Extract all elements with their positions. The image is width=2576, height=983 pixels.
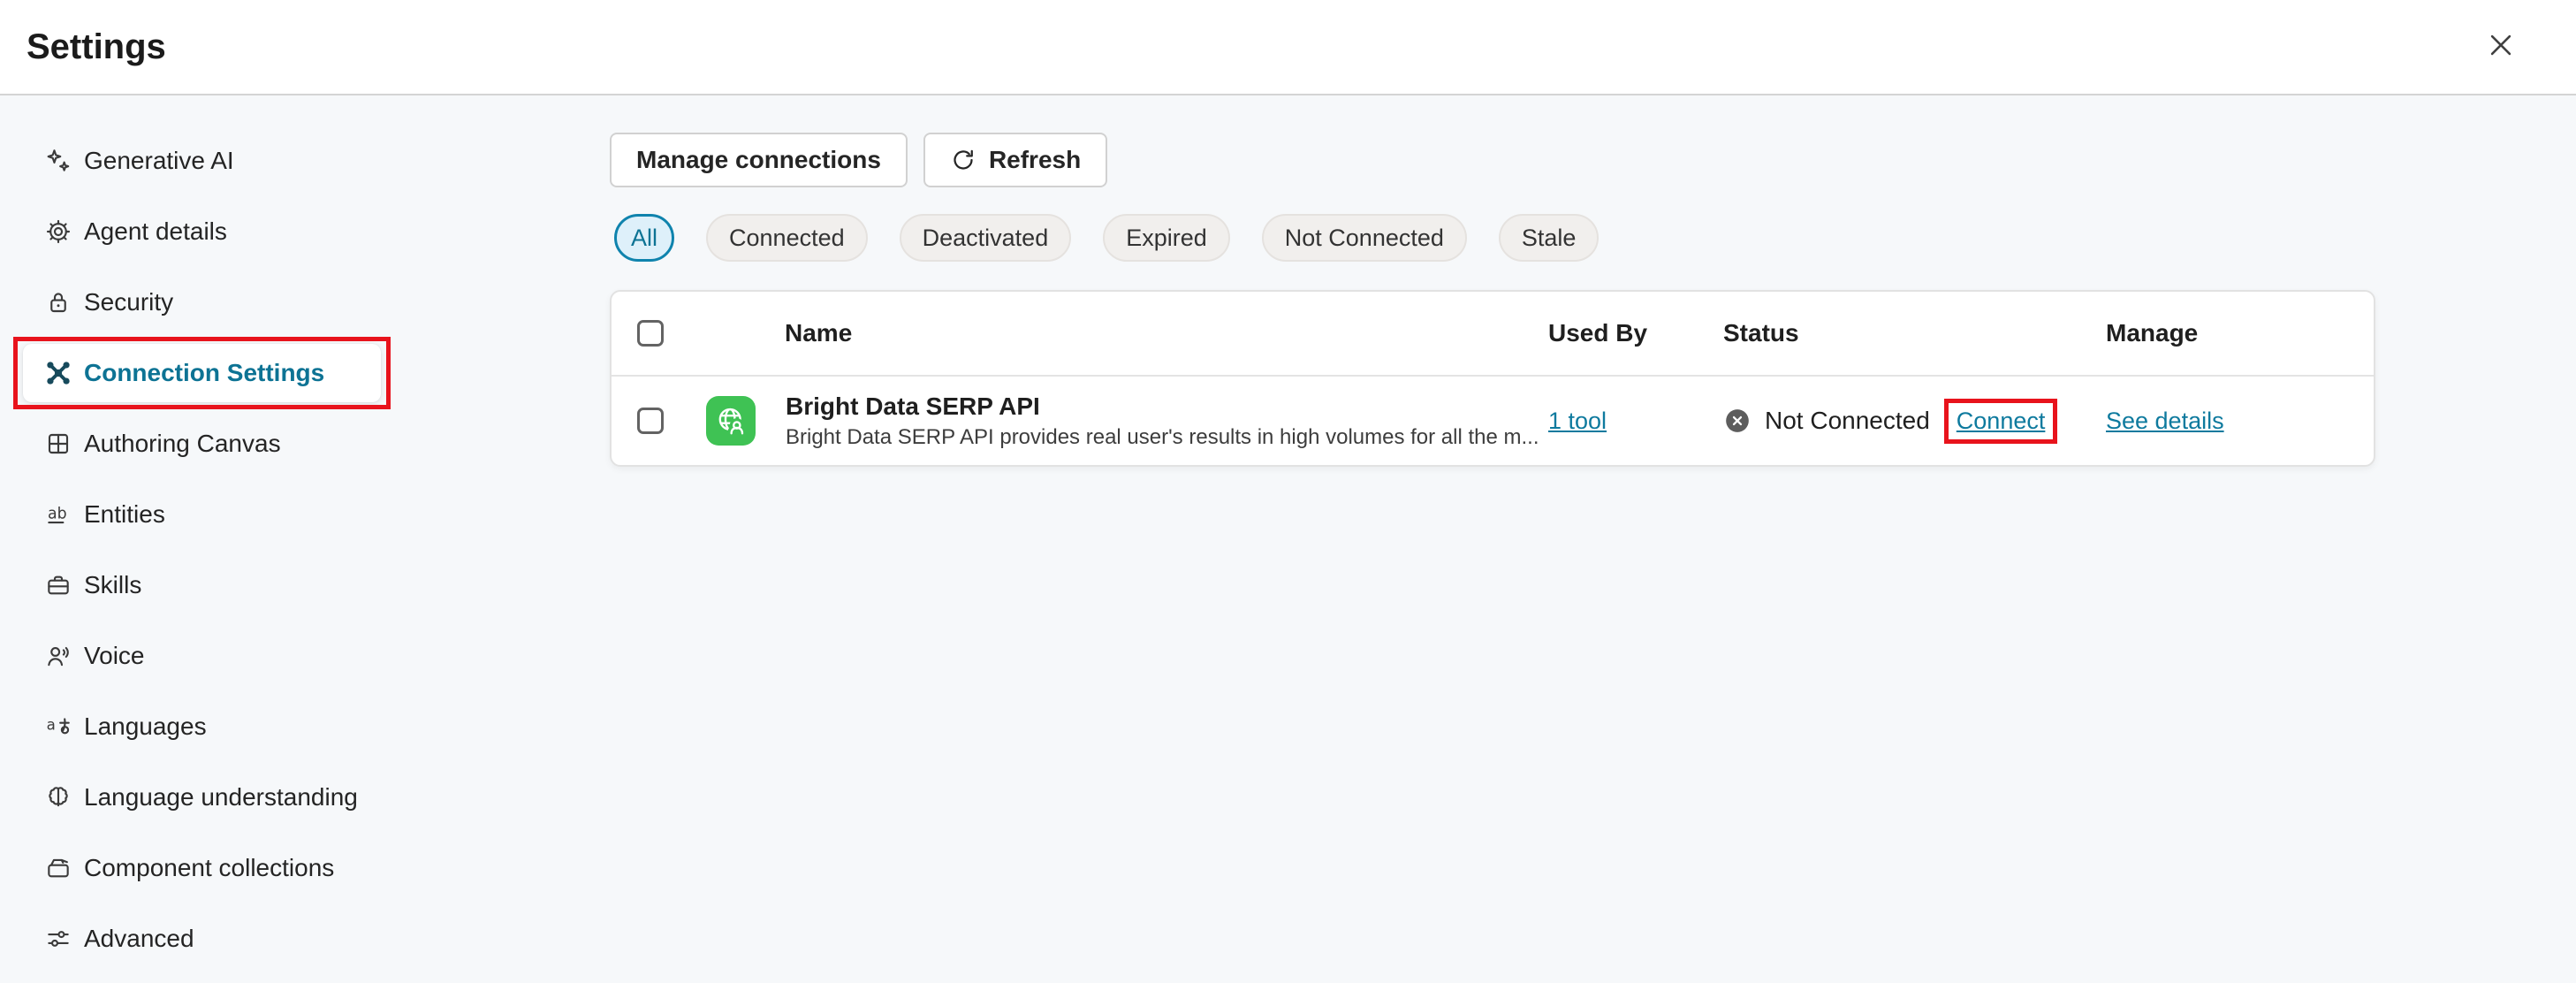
refresh-button[interactable]: Refresh <box>923 133 1107 187</box>
sliders-icon <box>44 925 72 953</box>
gear-icon <box>44 217 72 246</box>
table-row: Bright Data SERP API Bright Data SERP AP… <box>612 377 2374 465</box>
select-all-checkbox[interactable] <box>637 320 664 347</box>
sidebar-item-label: Language understanding <box>84 783 358 812</box>
sparkle-icon <box>44 147 72 175</box>
manage-connections-label: Manage connections <box>636 146 881 174</box>
sidebar-item-label: Component collections <box>84 854 334 882</box>
connections-table: Name Used By Status Manage <box>610 290 2375 467</box>
sidebar-item-label: Generative AI <box>84 147 234 175</box>
filter-pill-connected[interactable]: Connected <box>706 214 868 262</box>
settings-titlebar: Settings <box>0 0 2576 95</box>
column-header-status: Status <box>1723 319 2106 347</box>
filter-pill-stale[interactable]: Stale <box>1499 214 1600 262</box>
connections-icon <box>44 359 72 387</box>
column-header-name: Name <box>691 319 1548 347</box>
status-filter-group: All Connected Deactivated Expired Not Connec… <box>614 214 2576 262</box>
refresh-icon <box>950 147 976 173</box>
sidebar-item-component-collections[interactable]: Component collections <box>0 833 610 903</box>
close-button[interactable] <box>2481 27 2520 66</box>
svg-text:ab: ab <box>48 506 67 523</box>
sidebar-item-languages[interactable]: a Languages <box>0 691 610 762</box>
used-by-link[interactable]: 1 tool <box>1548 408 1607 434</box>
sidebar-item-voice[interactable]: Voice <box>0 621 610 691</box>
brain-icon <box>44 783 72 812</box>
filter-pill-deactivated[interactable]: Deactivated <box>900 214 1072 262</box>
grid-icon <box>44 430 72 458</box>
globe-search-icon <box>706 396 756 446</box>
connect-link[interactable]: Connect <box>1957 408 2046 435</box>
column-header-manage: Manage <box>2106 319 2375 347</box>
sidebar-item-label: Agent details <box>84 217 227 246</box>
briefcase-icon <box>44 571 72 599</box>
manage-connections-button[interactable]: Manage connections <box>610 133 908 187</box>
entities-ab-icon: ab <box>44 500 72 529</box>
see-details-link[interactable]: See details <box>2106 408 2224 434</box>
collections-icon <box>44 854 72 882</box>
row-checkbox[interactable] <box>637 408 664 434</box>
page-title: Settings <box>27 27 166 67</box>
sidebar-item-label: Languages <box>84 712 207 741</box>
settings-sidebar: Generative AI Agent details Security Con… <box>0 95 610 983</box>
sidebar-item-security[interactable]: Security <box>0 267 610 338</box>
sidebar-item-label: Entities <box>84 500 165 529</box>
filter-pill-all[interactable]: All <box>614 214 674 262</box>
connection-name: Bright Data SERP API <box>786 392 1539 421</box>
filter-pill-expired[interactable]: Expired <box>1103 214 1230 262</box>
sidebar-item-connection-settings[interactable]: Connection Settings <box>23 344 381 402</box>
languages-icon: a <box>44 712 72 741</box>
svg-text:a: a <box>47 716 56 733</box>
sidebar-item-language-understanding[interactable]: Language understanding <box>0 762 610 833</box>
filter-pill-not-connected[interactable]: Not Connected <box>1262 214 1467 262</box>
sidebar-item-label: Voice <box>84 642 145 670</box>
status-label: Not Connected <box>1765 407 1930 435</box>
close-icon <box>2486 30 2516 65</box>
sidebar-item-label: Authoring Canvas <box>84 430 281 458</box>
sidebar-item-label: Skills <box>84 571 141 599</box>
sidebar-item-label: Security <box>84 288 173 316</box>
sidebar-item-authoring-canvas[interactable]: Authoring Canvas <box>0 408 610 479</box>
refresh-label: Refresh <box>989 146 1081 174</box>
sidebar-item-agent-details[interactable]: Agent details <box>0 196 610 267</box>
sidebar-item-entities[interactable]: ab Entities <box>0 479 610 550</box>
sidebar-item-skills[interactable]: Skills <box>0 550 610 621</box>
sidebar-item-advanced[interactable]: Advanced <box>0 903 610 974</box>
connection-description: Bright Data SERP API provides real user'… <box>786 425 1539 450</box>
voice-icon <box>44 642 72 670</box>
sidebar-item-label: Connection Settings <box>84 359 324 387</box>
sidebar-item-label: Advanced <box>84 925 194 953</box>
sidebar-item-generative-ai[interactable]: Generative AI <box>0 126 610 196</box>
column-header-used-by: Used By <box>1548 319 1723 347</box>
connections-toolbar: Manage connections Refresh <box>610 133 2576 187</box>
table-header-row: Name Used By Status Manage <box>612 292 2374 377</box>
connection-settings-panel: Manage connections Refresh All Connected D… <box>610 95 2576 983</box>
dismiss-circle-icon <box>1725 408 1750 433</box>
lock-icon <box>44 288 72 316</box>
